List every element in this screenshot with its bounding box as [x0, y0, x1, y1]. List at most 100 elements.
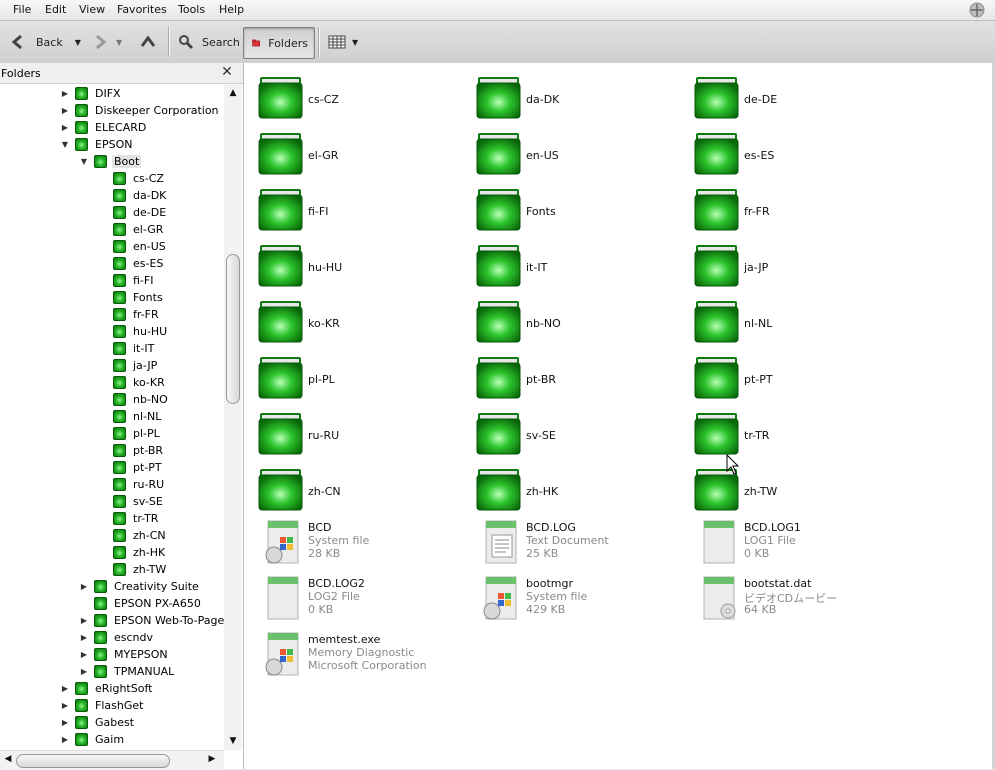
- tree-item[interactable]: hu-HU: [98, 323, 169, 340]
- tree-item[interactable]: en-US: [98, 238, 168, 255]
- tree-item[interactable]: fi-FI: [98, 272, 155, 289]
- tree-item[interactable]: Fonts: [98, 289, 165, 306]
- tree-item[interactable]: ▶ Gabest: [60, 714, 136, 731]
- tree-item[interactable]: ▶ FlashGet: [60, 697, 145, 714]
- menu-help[interactable]: Help: [219, 3, 244, 16]
- tree-item[interactable]: ▶ DIFX: [60, 85, 123, 102]
- expand-icon[interactable]: ▶: [60, 735, 70, 744]
- tree-item[interactable]: el-GR: [98, 221, 165, 238]
- folder-item[interactable]: en-US: [468, 125, 678, 177]
- menu-tools[interactable]: Tools: [178, 3, 205, 16]
- tree-item[interactable]: zh-CN: [98, 527, 168, 544]
- tree-item[interactable]: ▶ EPSON Web-To-Page: [79, 612, 224, 629]
- folder-item[interactable]: pt-BR: [468, 349, 678, 401]
- search-button[interactable]: Search: [178, 27, 240, 57]
- folder-item[interactable]: fr-FR: [686, 181, 896, 233]
- back-button[interactable]: Back ▼: [10, 27, 81, 57]
- folder-item[interactable]: it-IT: [468, 237, 678, 289]
- expand-icon[interactable]: ▶: [79, 582, 89, 591]
- folder-item[interactable]: ru-RU: [250, 405, 460, 457]
- expand-icon[interactable]: ▶: [60, 106, 70, 115]
- folder-item[interactable]: nl-NL: [686, 293, 896, 345]
- scrollbar-thumb[interactable]: [16, 754, 170, 768]
- folder-item[interactable]: de-DE: [686, 69, 896, 121]
- tree-item[interactable]: da-DK: [98, 187, 168, 204]
- tree-item[interactable]: ▶ ELECARD: [60, 119, 148, 136]
- tree-vertical-scrollbar[interactable]: ▲ ▼: [224, 84, 242, 750]
- tree-item[interactable]: pl-PL: [98, 425, 162, 442]
- up-button[interactable]: [140, 27, 156, 57]
- scroll-down-icon[interactable]: ▼: [227, 736, 239, 748]
- menu-favorites[interactable]: Favorites: [117, 3, 167, 16]
- expand-icon[interactable]: ▶: [79, 633, 89, 642]
- tree-horizontal-scrollbar[interactable]: ◀ ▶: [0, 750, 224, 770]
- tree-item[interactable]: tr-TR: [98, 510, 160, 527]
- file-item[interactable]: BCD System file 28 KB: [250, 517, 460, 569]
- menu-view[interactable]: View: [79, 3, 105, 16]
- tree-item[interactable]: ▶ eRightSoft: [60, 680, 154, 697]
- tree-item[interactable]: ▶ Gaim: [60, 731, 126, 748]
- tree-item[interactable]: ▶ escndv: [79, 629, 155, 646]
- folder-item[interactable]: es-ES: [686, 125, 896, 177]
- expand-icon[interactable]: ▶: [60, 701, 70, 710]
- tree-item[interactable]: es-ES: [98, 255, 165, 272]
- tree-item[interactable]: EPSON PX-A650: [79, 595, 203, 612]
- menu-edit[interactable]: Edit: [45, 3, 66, 16]
- folder-item[interactable]: pl-PL: [250, 349, 460, 401]
- tree-item[interactable]: ko-KR: [98, 374, 167, 391]
- tree-item[interactable]: zh-TW: [98, 561, 168, 578]
- tree-item[interactable]: it-IT: [98, 340, 156, 357]
- scrollbar-thumb[interactable]: [226, 254, 240, 404]
- folder-item[interactable]: hu-HU: [250, 237, 460, 289]
- expand-icon[interactable]: ▶: [60, 718, 70, 727]
- scroll-right-icon[interactable]: ▶: [206, 754, 218, 766]
- tree-item[interactable]: ru-RU: [98, 476, 166, 493]
- file-item[interactable]: bootstat.dat ビデオCDムービー 64 KB: [686, 573, 896, 625]
- folder-item[interactable]: fi-FI: [250, 181, 460, 233]
- tree-item[interactable]: nb-NO: [98, 391, 170, 408]
- file-item[interactable]: BCD.LOG Text Document 25 KB: [468, 517, 678, 569]
- scroll-up-icon[interactable]: ▲: [227, 88, 239, 100]
- folder-item[interactable]: Fonts: [468, 181, 678, 233]
- folder-item[interactable]: zh-HK: [468, 461, 678, 513]
- views-button[interactable]: ▼: [328, 27, 358, 57]
- views-dropdown-icon[interactable]: ▼: [352, 38, 358, 47]
- folder-item[interactable]: pt-PT: [686, 349, 896, 401]
- expand-icon[interactable]: ▶: [79, 650, 89, 659]
- tree-item[interactable]: ▼ EPSON: [60, 136, 134, 153]
- expand-icon[interactable]: ▶: [60, 89, 70, 98]
- folder-item[interactable]: nb-NO: [468, 293, 678, 345]
- expand-icon[interactable]: ▶: [60, 684, 70, 693]
- file-item[interactable]: BCD.LOG2 LOG2 File 0 KB: [250, 573, 460, 625]
- tree-item[interactable]: zh-HK: [98, 544, 167, 561]
- expand-icon[interactable]: ▶: [79, 616, 89, 625]
- tree-item[interactable]: ▶ Creativity Suite: [79, 578, 201, 595]
- folder-item[interactable]: el-GR: [250, 125, 460, 177]
- tree-item[interactable]: cs-CZ: [98, 170, 166, 187]
- tree-item[interactable]: pt-PT: [98, 459, 164, 476]
- file-item[interactable]: BCD.LOG1 LOG1 File 0 KB: [686, 517, 896, 569]
- file-item[interactable]: bootmgr System file 429 KB: [468, 573, 678, 625]
- folder-item[interactable]: zh-TW: [686, 461, 896, 513]
- tree-item[interactable]: ja-JP: [98, 357, 159, 374]
- forward-button[interactable]: ▼: [92, 27, 122, 57]
- tree-item[interactable]: de-DE: [98, 204, 168, 221]
- folder-item[interactable]: da-DK: [468, 69, 678, 121]
- tree-item[interactable]: nl-NL: [98, 408, 163, 425]
- tree-item[interactable]: ▶ MYEPSON: [79, 646, 170, 663]
- close-icon[interactable]: ✕: [220, 65, 234, 79]
- tree-item[interactable]: ▶ TPMANUAL: [79, 663, 176, 680]
- collapse-icon[interactable]: ▼: [79, 157, 89, 166]
- collapse-icon[interactable]: ▼: [60, 140, 70, 149]
- expand-icon[interactable]: ▶: [60, 123, 70, 132]
- tree-item[interactable]: pt-BR: [98, 442, 165, 459]
- folder-item[interactable]: sv-SE: [468, 405, 678, 457]
- file-item[interactable]: memtest.exe Memory Diagnostic Microsoft Co…: [250, 629, 460, 681]
- back-dropdown-icon[interactable]: ▼: [75, 38, 81, 47]
- folder-item[interactable]: tr-TR: [686, 405, 896, 457]
- folder-item[interactable]: zh-CN: [250, 461, 460, 513]
- folder-item[interactable]: ko-KR: [250, 293, 460, 345]
- expand-icon[interactable]: ▶: [79, 667, 89, 676]
- forward-dropdown-icon[interactable]: ▼: [116, 38, 122, 47]
- tree-item[interactable]: ▶ Diskeeper Corporation: [60, 102, 221, 119]
